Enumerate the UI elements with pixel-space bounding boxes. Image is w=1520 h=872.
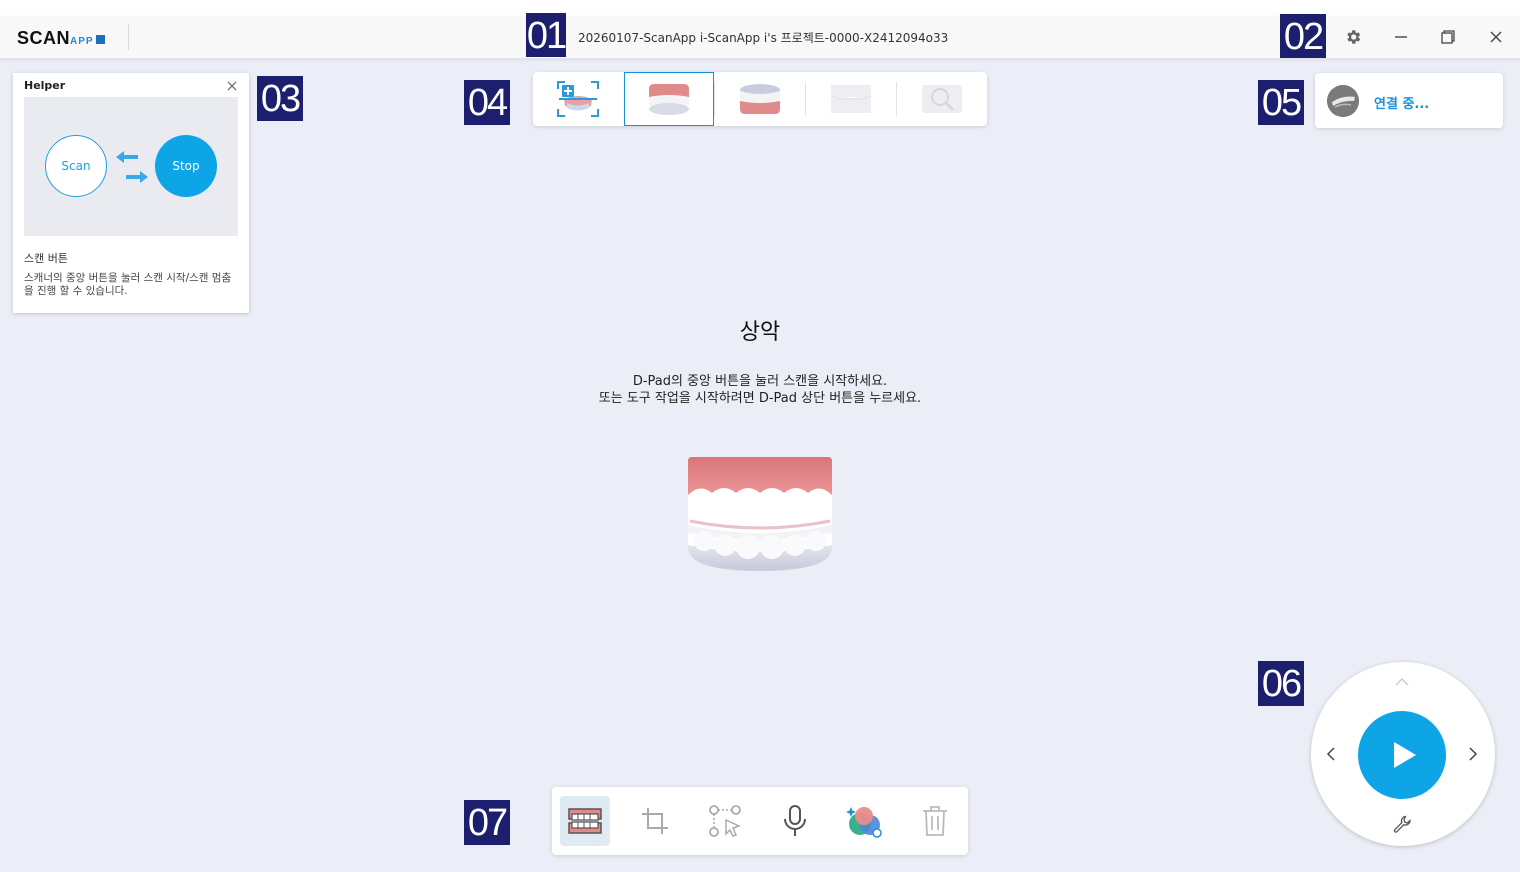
close-button[interactable] bbox=[1483, 24, 1509, 50]
logo-sub-text: APP bbox=[70, 36, 94, 47]
lasso-select-icon bbox=[709, 805, 742, 837]
upper-jaw-illustration bbox=[688, 457, 832, 571]
chevron-up-icon bbox=[1395, 678, 1409, 686]
chevron-left-icon bbox=[1326, 747, 1335, 761]
marker-02: 02 bbox=[1280, 14, 1326, 58]
stage-bite[interactable] bbox=[806, 72, 896, 126]
dpad-play-button[interactable] bbox=[1358, 711, 1446, 799]
document-title: 20260107-ScanApp i-ScanApp i's 프로젝트-0000… bbox=[578, 31, 949, 45]
restore-button[interactable] bbox=[1435, 24, 1461, 50]
review-icon bbox=[922, 85, 962, 113]
helper-illustration: Scan Stop bbox=[24, 97, 238, 236]
stage-review[interactable] bbox=[897, 72, 987, 126]
close-icon bbox=[227, 81, 237, 91]
trash-icon bbox=[923, 806, 947, 836]
gear-icon bbox=[1347, 30, 1361, 44]
logo-divider bbox=[128, 24, 129, 50]
upper-jaw-icon bbox=[649, 84, 689, 115]
color-tool-button[interactable] bbox=[840, 796, 890, 846]
bottom-toolbar bbox=[552, 787, 968, 855]
dpad-left-button[interactable] bbox=[1319, 742, 1343, 766]
close-icon bbox=[1490, 31, 1502, 43]
marker-04: 04 bbox=[464, 80, 510, 125]
settings-button[interactable] bbox=[1340, 24, 1366, 50]
helper-panel: Helper Scan Stop 스캔 버튼 스캐너의 중앙 버튼을 눌러 스캔… bbox=[13, 73, 249, 313]
lower-jaw-icon bbox=[740, 84, 780, 114]
select-tool-button[interactable] bbox=[700, 796, 750, 846]
swap-arrows-icon bbox=[116, 151, 148, 183]
dpad-up-button[interactable] bbox=[1390, 670, 1414, 694]
delete-tool-button[interactable] bbox=[910, 796, 960, 846]
microphone-icon bbox=[784, 805, 806, 836]
stage-toolbar bbox=[533, 72, 987, 126]
stage-scan-setup[interactable] bbox=[533, 72, 623, 126]
marker-03: 03 bbox=[257, 76, 303, 121]
restore-icon bbox=[1441, 30, 1455, 44]
scan-circle: Scan bbox=[45, 135, 107, 197]
app-logo: SCANAPP bbox=[17, 28, 105, 49]
dpad-right-button[interactable] bbox=[1461, 742, 1485, 766]
play-icon bbox=[1394, 742, 1416, 768]
marker-06: 06 bbox=[1258, 661, 1304, 706]
helper-close-button[interactable] bbox=[225, 78, 239, 92]
helper-description: 스캐너의 중앙 버튼을 눌러 스캔 시작/스캔 멈춤을 진행 할 수 있습니다. bbox=[24, 272, 232, 297]
marker-01: 01 bbox=[526, 13, 567, 57]
scan-setup-icon bbox=[557, 81, 599, 117]
marker-05: 05 bbox=[1258, 80, 1304, 125]
jaw-title: 상악 bbox=[739, 320, 781, 345]
stop-circle: Stop bbox=[155, 135, 217, 197]
logo-badge-icon bbox=[95, 35, 105, 44]
microphone-button[interactable] bbox=[770, 796, 820, 846]
stage-lower-jaw[interactable] bbox=[715, 72, 805, 126]
wrench-icon bbox=[1393, 815, 1411, 833]
crop-icon bbox=[642, 808, 668, 834]
dpad-tools-button[interactable] bbox=[1390, 812, 1414, 836]
bite-icon bbox=[830, 85, 872, 113]
jaw-icon bbox=[568, 808, 602, 834]
jaw-tool-button[interactable] bbox=[560, 796, 610, 846]
d-pad bbox=[1311, 662, 1495, 846]
chevron-right-icon bbox=[1469, 747, 1478, 761]
instruction-line-2: 또는 도구 작업을 시작하려면 D-Pad 상단 버튼을 누르세요. bbox=[598, 391, 922, 406]
logo-main-text: SCAN bbox=[17, 28, 71, 48]
helper-heading: 스캔 버튼 bbox=[24, 252, 68, 265]
helper-title: Helper bbox=[24, 79, 66, 92]
connection-text: 연결 중... bbox=[1374, 97, 1430, 112]
stage-upper-jaw[interactable] bbox=[624, 72, 714, 126]
connection-status[interactable]: 연결 중... bbox=[1315, 73, 1503, 128]
minimize-button[interactable] bbox=[1388, 24, 1414, 50]
marker-07: 07 bbox=[464, 800, 510, 845]
scanner-icon bbox=[1327, 85, 1359, 117]
color-palette-icon bbox=[846, 807, 882, 838]
crop-tool-button[interactable] bbox=[630, 796, 680, 846]
minimize-icon bbox=[1395, 36, 1407, 38]
